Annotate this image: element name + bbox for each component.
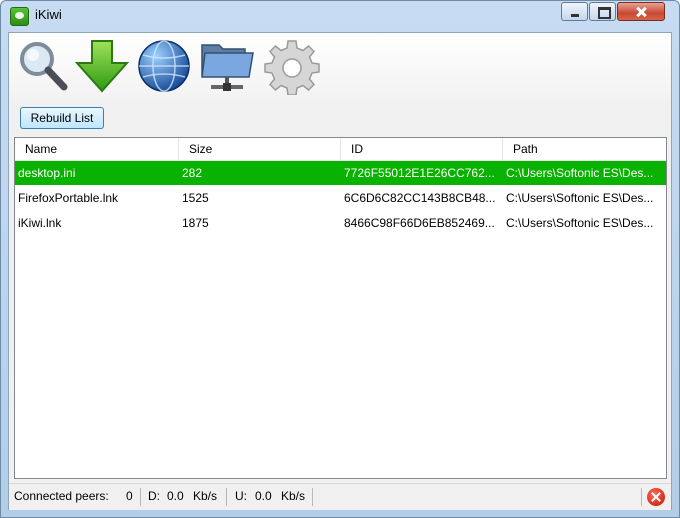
status-separator: [140, 488, 141, 506]
file-id: 6C6D6C82CC143B8CB48...: [344, 191, 496, 205]
upload-speed-label: U:: [235, 489, 247, 503]
column-header-name[interactable]: Name: [15, 138, 179, 160]
column-header-size[interactable]: Size: [179, 138, 341, 160]
status-separator: [226, 488, 227, 506]
file-name: desktop.ini: [18, 166, 76, 180]
file-list[interactable]: Name Size ID Path desktop.ini 282 7726F5…: [14, 137, 667, 479]
file-path: C:\Users\Softonic ES\Des...: [506, 166, 654, 180]
maximize-button[interactable]: [589, 2, 616, 21]
shared-folder-tool-button[interactable]: [199, 37, 257, 95]
network-tool-button[interactable]: [135, 37, 193, 95]
table-row[interactable]: desktop.ini 282 7726F55012E1E26CC762... …: [15, 161, 666, 185]
window-title: iKiwi: [35, 7, 62, 22]
download-speed-unit: Kb/s: [193, 489, 218, 503]
search-icon: [20, 42, 68, 91]
shared-folder-icon: [201, 44, 254, 91]
connected-peers-value: 0: [126, 489, 133, 503]
title-bar[interactable]: iKiwi: [1, 1, 679, 29]
status-bar: Connected peers: 0 D: 0.0 Kb/s U: 0.0 Kb…: [9, 483, 671, 510]
status-separator: [312, 488, 313, 506]
settings-tool-button[interactable]: [263, 37, 321, 96]
upload-speed-value: 0.0: [255, 489, 272, 503]
kiwi-app-icon[interactable]: [10, 7, 29, 26]
status-separator: [641, 488, 642, 506]
app-window: iKiwi Rebuild List Name Size ID Path des…: [0, 0, 680, 518]
table-row[interactable]: iKiwi.lnk 1875 8466C98F66D6EB852469... C…: [15, 211, 666, 235]
column-header-id[interactable]: ID: [341, 138, 503, 160]
minimize-button[interactable]: [561, 2, 588, 21]
table-row[interactable]: FirefoxPortable.lnk 1525 6C6D6C82CC143B8…: [15, 186, 666, 210]
file-list-header: Name Size ID Path: [15, 138, 666, 161]
rebuild-list-button[interactable]: Rebuild List: [20, 107, 104, 129]
download-speed-label: D:: [148, 489, 160, 503]
search-tool-button[interactable]: [13, 37, 71, 95]
download-icon: [74, 40, 130, 93]
file-size: 1525: [182, 191, 209, 205]
download-speed-value: 0.0: [167, 489, 184, 503]
file-path: C:\Users\Softonic ES\Des...: [506, 191, 654, 205]
download-tool-button[interactable]: [73, 37, 131, 95]
file-id: 8466C98F66D6EB852469...: [344, 216, 495, 230]
connected-peers-label: Connected peers:: [14, 489, 109, 503]
file-id: 7726F55012E1E26CC762...: [344, 166, 495, 180]
file-path: C:\Users\Softonic ES\Des...: [506, 216, 654, 230]
globe-icon: [138, 40, 190, 92]
toolbar: [9, 33, 671, 101]
close-window-button[interactable]: [617, 2, 665, 21]
file-name: iKiwi.lnk: [18, 216, 62, 230]
file-name: FirefoxPortable.lnk: [18, 191, 119, 205]
error-icon[interactable]: [647, 488, 665, 506]
file-size: 1875: [182, 216, 209, 230]
gear-icon: [264, 40, 320, 96]
upload-speed-unit: Kb/s: [281, 489, 306, 503]
client-area: Rebuild List Name Size ID Path desktop.i…: [8, 32, 672, 510]
column-header-path[interactable]: Path: [503, 138, 666, 160]
file-size: 282: [182, 166, 203, 180]
